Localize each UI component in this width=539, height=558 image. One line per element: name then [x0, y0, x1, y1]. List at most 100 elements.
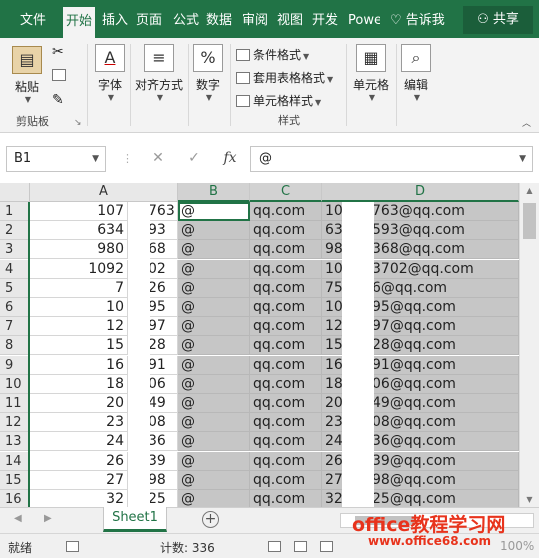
row-header[interactable]: 6 [0, 298, 30, 317]
chevron-down-icon[interactable]: ▼ [92, 147, 99, 171]
row-header[interactable]: 4 [0, 259, 30, 279]
alignment-button[interactable]: ≡ 对齐方式 ▼ [132, 44, 186, 102]
resize-handle-icon[interactable]: ⋮ [122, 152, 133, 165]
cell-b[interactable]: @ [178, 470, 250, 490]
cell-d-tail[interactable]: 6@qq.com [372, 278, 519, 298]
chevron-down-icon[interactable]: ▼ [519, 147, 526, 171]
format-as-table-button[interactable]: 套用表格格式 ▼ [236, 69, 333, 86]
cell-a[interactable]: 12 [30, 317, 128, 337]
share-button[interactable]: ⚇ 共享 [463, 6, 533, 34]
cell-c[interactable]: qq.com [250, 413, 322, 433]
vertical-scrollbar[interactable]: ▲ ▼ [519, 183, 539, 507]
cell-d-tail[interactable]: 98@qq.com [372, 470, 519, 490]
cell-a[interactable]: 107 [30, 202, 128, 221]
cell-c[interactable]: qq.com [250, 278, 322, 298]
cell-a[interactable]: 32 [30, 490, 128, 507]
prev-sheet-icon[interactable]: ◀ [14, 513, 22, 524]
cell-d-tail[interactable]: 08@qq.com [372, 413, 519, 433]
format-painter-icon[interactable]: ✎ [52, 92, 64, 108]
cell-c[interactable]: qq.com [250, 202, 322, 221]
worksheet-grid[interactable]: A B C D 1 107 763 @ qq.com 10 763@qq.com 2 634 93… [0, 183, 539, 507]
cell-b[interactable]: @ [178, 355, 250, 375]
cells-button[interactable]: ▦ 单元格 ▼ [350, 44, 392, 102]
cell-c[interactable]: qq.com [250, 490, 322, 507]
cell-c[interactable]: qq.com [250, 336, 322, 356]
cell-b[interactable]: @ [178, 374, 250, 394]
enter-icon[interactable]: ✓ [176, 150, 212, 166]
row-header[interactable]: 16 [0, 490, 30, 507]
cell-b[interactable]: @ [178, 451, 250, 471]
cell-c[interactable]: qq.com [250, 394, 322, 413]
cell-a[interactable]: 18 [30, 374, 128, 394]
editing-button[interactable]: ⌕ 编辑 ▼ [398, 44, 434, 102]
add-sheet-icon[interactable]: + [202, 511, 219, 528]
cell-d-tail[interactable]: 91@qq.com [372, 355, 519, 375]
number-button[interactable]: % 数字 ▼ [190, 44, 226, 102]
column-header-d[interactable]: D [322, 183, 519, 202]
page-break-view-icon[interactable] [320, 541, 333, 552]
row-header[interactable]: 15 [0, 470, 30, 490]
cell-d-tail[interactable]: 25@qq.com [372, 490, 519, 507]
row-header[interactable]: 8 [0, 336, 30, 356]
dialog-launcher-icon[interactable]: ↘ [74, 118, 82, 128]
cell-d-tail[interactable]: 49@qq.com [372, 394, 519, 413]
cell-a[interactable]: 26 [30, 451, 128, 471]
cell-b[interactable]: @ [178, 336, 250, 356]
cell-b[interactable]: @ [178, 413, 250, 433]
cell-b[interactable]: @ [178, 317, 250, 337]
cell-c[interactable]: qq.com [250, 470, 322, 490]
row-header[interactable]: 11 [0, 394, 30, 413]
cell-a[interactable]: 16 [30, 355, 128, 375]
cancel-icon[interactable]: ✕ [140, 150, 176, 166]
tab-data[interactable]: 数据 [206, 9, 234, 33]
cell-a[interactable]: 980 [30, 240, 128, 260]
cell-d-tail[interactable]: 06@qq.com [372, 374, 519, 394]
cell-b[interactable]: @ [178, 394, 250, 413]
sheet-tab-sheet1[interactable]: Sheet1 [103, 507, 167, 532]
row-header[interactable]: 10 [0, 374, 30, 394]
cell-d-tail[interactable]: 39@qq.com [372, 451, 519, 471]
tab-power[interactable]: Powe [348, 9, 380, 33]
tab-page-layout[interactable]: 页面 [136, 9, 166, 33]
function-icon[interactable]: fx [212, 150, 248, 166]
next-sheet-icon[interactable]: ▶ [44, 513, 52, 524]
cell-b[interactable]: @ [178, 202, 250, 221]
cell-c[interactable]: qq.com [250, 221, 322, 241]
cell-a[interactable]: 23 [30, 413, 128, 433]
zoom-level[interactable]: 100% [500, 539, 534, 553]
cell-a[interactable]: 1092 [30, 259, 128, 279]
cell-b[interactable]: @ [178, 240, 250, 260]
font-button[interactable]: A 字体 ▼ [92, 44, 128, 102]
cell-c[interactable]: qq.com [250, 374, 322, 394]
cell-c[interactable]: qq.com [250, 240, 322, 260]
scroll-down-icon[interactable]: ▼ [520, 495, 539, 504]
macro-record-icon[interactable] [66, 541, 79, 552]
cell-a[interactable]: 27 [30, 470, 128, 490]
row-header[interactable]: 5 [0, 278, 30, 298]
tab-view[interactable]: 视图 [277, 9, 305, 33]
cell-d-tail[interactable]: 97@qq.com [372, 317, 519, 337]
page-layout-view-icon[interactable] [294, 541, 307, 552]
tell-me-search[interactable]: ♡ 告诉我 [390, 9, 445, 33]
paste-button[interactable]: ▤ 粘贴 ▼ [8, 46, 46, 104]
cell-b[interactable]: @ [178, 298, 250, 317]
select-all-corner[interactable] [0, 183, 30, 202]
cell-a[interactable]: 20 [30, 394, 128, 413]
cut-icon[interactable]: ✂ [52, 44, 64, 60]
row-header[interactable]: 7 [0, 317, 30, 337]
cell-c[interactable]: qq.com [250, 317, 322, 337]
tab-insert[interactable]: 插入 [102, 9, 132, 33]
row-header[interactable]: 3 [0, 240, 30, 260]
row-header[interactable]: 1 [0, 202, 30, 221]
collapse-ribbon-icon[interactable]: ︿ [522, 116, 531, 129]
cell-b[interactable]: @ [178, 278, 250, 298]
cell-d-tail[interactable]: 3702@qq.com [372, 259, 519, 279]
copy-icon[interactable] [52, 68, 69, 82]
formula-input[interactable]: @ ▼ [250, 146, 533, 172]
cell-d-tail[interactable]: 763@qq.com [372, 202, 519, 221]
column-header-a[interactable]: A [30, 183, 178, 202]
cell-a[interactable]: 634 [30, 221, 128, 241]
cell-d-tail[interactable]: 28@qq.com [372, 336, 519, 356]
cell-b[interactable]: @ [178, 221, 250, 241]
cell-d-tail[interactable]: 36@qq.com [372, 432, 519, 452]
